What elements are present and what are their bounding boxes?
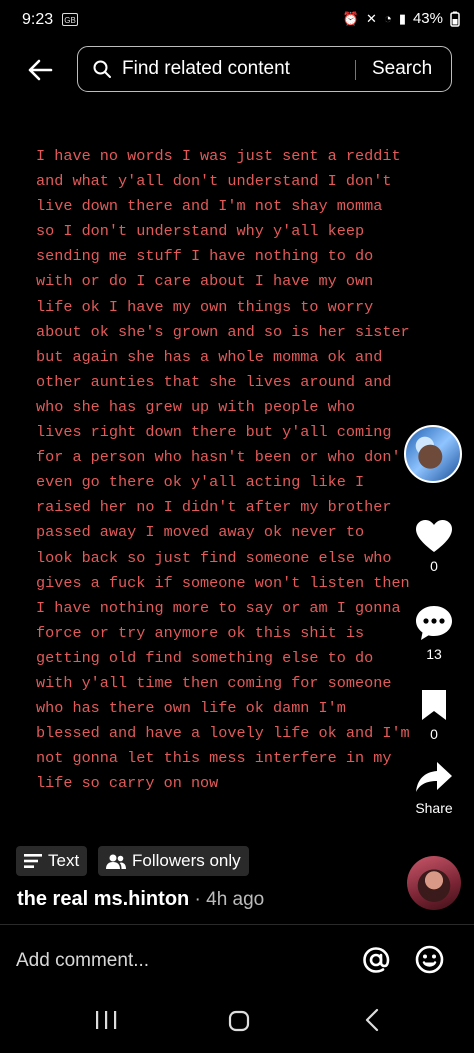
search-icon: [93, 60, 111, 78]
signal-icon: ▮: [398, 10, 406, 26]
text-post-tag: Text: [16, 846, 88, 876]
search-divider: [355, 60, 356, 80]
status-icons: ⏰ ✕ ◔ ▮ 43%: [343, 10, 460, 27]
comment-button[interactable]: 13: [410, 604, 458, 662]
author-line: the real ms.hinton · 4h ago: [17, 888, 264, 911]
creator-avatar[interactable]: [404, 425, 462, 483]
like-count: 0: [430, 558, 438, 574]
text-lines-icon: [24, 854, 42, 868]
wifi-icon: ◔: [383, 11, 392, 26]
share-arrow-icon: [416, 762, 452, 792]
mention-icon[interactable]: [362, 946, 390, 974]
save-count: 0: [430, 726, 438, 742]
people-icon: [106, 854, 126, 869]
bookmark-icon: [422, 690, 446, 720]
post-time: · 4h ago: [189, 889, 265, 910]
followers-only-tag: Followers only: [98, 846, 249, 876]
mute-icon: ✕: [366, 10, 377, 26]
battery-level: 43%: [412, 10, 443, 27]
add-comment-input[interactable]: Add comment...: [16, 950, 149, 972]
share-button[interactable]: Share: [402, 760, 466, 816]
comment-icon: [416, 606, 452, 640]
home-icon[interactable]: [228, 1010, 250, 1032]
post-text: I have no words I was just sent a reddit…: [36, 147, 410, 793]
save-button[interactable]: 0: [410, 688, 458, 742]
comment-count: 13: [426, 646, 442, 662]
search-button[interactable]: Search: [372, 58, 432, 80]
status-time: 9:23: [22, 11, 54, 28]
like-button[interactable]: 0: [410, 518, 458, 574]
share-label: Share: [415, 800, 453, 816]
followers-tag-label: Followers only: [132, 851, 241, 870]
search-bar[interactable]: Find related content Search: [77, 46, 452, 92]
divider: [0, 924, 474, 925]
nav-back-icon[interactable]: [364, 1008, 380, 1032]
search-input[interactable]: Find related content: [122, 58, 290, 80]
heart-icon: [416, 520, 452, 552]
back-arrow-icon[interactable]: [26, 56, 54, 84]
battery-icon: [450, 11, 460, 27]
text-tag-label: Text: [48, 851, 80, 870]
sim-icon: GB: [62, 13, 78, 26]
alarm-icon: ⏰: [342, 10, 360, 26]
recents-icon[interactable]: [94, 1010, 118, 1030]
music-disc-avatar[interactable]: [407, 856, 461, 910]
author-name[interactable]: the real ms.hinton: [17, 888, 189, 910]
emoji-icon[interactable]: [415, 945, 444, 974]
